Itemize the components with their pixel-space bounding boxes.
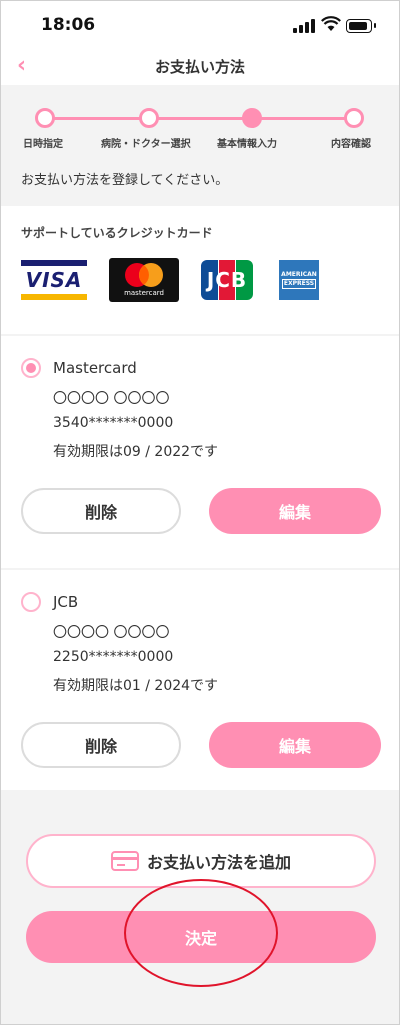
add-payment-method-label: お支払い方法を追加 — [146, 853, 291, 872]
nav-bar: ‹ お支払い方法 — [1, 49, 399, 85]
signal-icon — [293, 19, 315, 33]
app-screen: 18:06 ‹ お支払い方法 日時指定 病院・ドクター選択 基本情報入力 内容確… — [0, 0, 400, 1025]
card-brand: JCB — [53, 593, 79, 611]
step-label-1: 日時指定 — [23, 139, 63, 150]
mastercard-logo-text: mastercard — [124, 289, 164, 297]
step-label-3: 基本情報入力 — [217, 139, 277, 150]
registered-card-jcb: JCB 〇〇〇〇 〇〇〇〇 2250*******0000 有効期限は01 / … — [1, 570, 399, 790]
delete-card-button[interactable]: 削除 — [21, 722, 181, 768]
card-number: 3540*******0000 — [53, 415, 174, 431]
amex-logo-text-2: EXPRESS — [281, 279, 317, 289]
visa-logo-text: VISA — [25, 268, 83, 292]
supported-cards-title: サポートしているクレジットカード — [21, 226, 213, 240]
status-bar: 18:06 — [1, 1, 399, 49]
edit-card-button[interactable]: 編集 — [209, 722, 381, 768]
card-select-radio[interactable] — [21, 358, 41, 378]
page-title: お支払い方法 — [154, 58, 245, 76]
amex-logo-text-1: AMERICAN — [281, 271, 317, 278]
jcb-logo-text: JCB — [206, 268, 248, 292]
jcb-logo: JCB — [201, 260, 254, 300]
card-select-radio[interactable] — [21, 592, 41, 612]
step-dot-4 — [344, 108, 364, 128]
credit-card-icon — [110, 851, 139, 871]
battery-icon — [346, 19, 376, 33]
card-expiry: 有効期限は09 / 2022です — [53, 444, 219, 460]
status-time: 18:06 — [41, 15, 96, 35]
card-expiry: 有効期限は01 / 2024です — [53, 678, 219, 694]
wifi-icon — [321, 16, 341, 31]
step-dot-3-current — [242, 108, 262, 128]
delete-card-button[interactable]: 削除 — [21, 488, 181, 534]
supported-cards-section: サポートしているクレジットカード VISA mastercard JCB AME… — [1, 206, 399, 334]
visa-logo: VISA — [21, 260, 87, 300]
stepper-line — [45, 117, 355, 120]
card-brand: Mastercard — [53, 359, 137, 377]
progress-stepper: 日時指定 病院・ドクター選択 基本情報入力 内容確認 お支払い方法を登録してくだ… — [1, 85, 399, 205]
card-holder-name: 〇〇〇〇 〇〇〇〇 — [53, 391, 170, 407]
step-dot-2 — [139, 108, 159, 128]
edit-card-button[interactable]: 編集 — [209, 488, 381, 534]
confirm-button[interactable]: 決定 — [26, 911, 376, 963]
instruction-text: お支払い方法を登録してください。 — [21, 173, 229, 188]
amex-logo: AMERICAN EXPRESS — [279, 260, 319, 300]
card-holder-name: 〇〇〇〇 〇〇〇〇 — [53, 625, 170, 641]
add-payment-method-button[interactable]: お支払い方法を追加 — [26, 834, 376, 888]
mastercard-logo: mastercard — [109, 258, 179, 302]
mastercard-circles-icon — [125, 263, 163, 287]
card-number: 2250*******0000 — [53, 649, 174, 665]
step-dot-1 — [35, 108, 55, 128]
step-label-2: 病院・ドクター選択 — [101, 139, 191, 150]
step-label-4: 内容確認 — [331, 139, 371, 150]
registered-card-mastercard: Mastercard 〇〇〇〇 〇〇〇〇 3540*******0000 有効期… — [1, 336, 399, 568]
